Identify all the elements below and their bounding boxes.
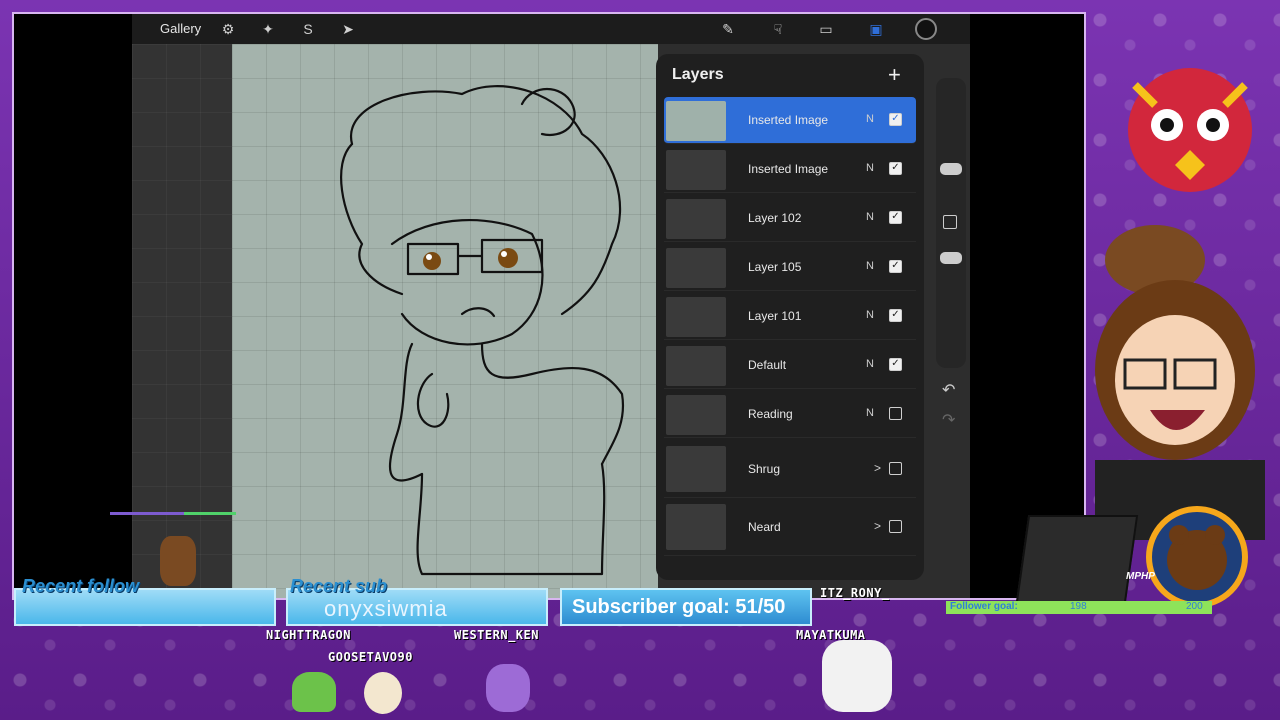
layer-thumbnail xyxy=(666,297,726,337)
layer-thumbnail xyxy=(666,150,726,190)
layer-group-thumbnail xyxy=(666,446,726,492)
layers-panel: Layers + Inserted Image N ✓ Inserted Ima… xyxy=(656,54,924,580)
layer-visibility-checkbox[interactable] xyxy=(889,520,902,533)
layer-row[interactable]: Inserted Image N ✓ xyxy=(664,97,916,144)
follower-goal-max: 200 xyxy=(1186,601,1203,612)
follower-goal-current: 198 xyxy=(1070,601,1087,612)
lycanroc-sprite xyxy=(822,640,892,712)
modify-button[interactable] xyxy=(943,215,957,229)
layer-name: Inserted Image xyxy=(748,162,829,176)
recent-sub-label: Recent sub xyxy=(290,576,388,596)
chatter-name: WESTERN_KEN xyxy=(454,628,539,642)
streamer-avatar xyxy=(1095,225,1265,540)
progress-fill xyxy=(184,512,236,515)
layer-visibility-checkbox[interactable]: ✓ xyxy=(889,358,902,371)
layer-row[interactable]: Default N ✓ xyxy=(664,342,916,389)
layer-row[interactable]: Layer 101 N ✓ xyxy=(664,293,916,340)
transform-icon[interactable]: ➤ xyxy=(338,19,358,39)
blend-mode-button[interactable]: N xyxy=(866,407,874,419)
brush-size-handle[interactable] xyxy=(940,163,962,175)
rowlet-sprite xyxy=(364,672,402,714)
top-toolbar: Gallery ⚙ ✦ S ➤ ✎ ☟ ▭ ▣ xyxy=(132,14,970,44)
layer-name: Layer 101 xyxy=(748,309,802,323)
subscriber-goal-text: Subscriber goal: 51/50 xyxy=(572,596,786,618)
opacity-handle[interactable] xyxy=(940,252,962,264)
layers-title: Layers xyxy=(672,66,724,83)
layer-row[interactable]: Reading N xyxy=(664,391,916,438)
layer-thumbnail xyxy=(666,101,726,141)
selection-icon[interactable]: S xyxy=(298,19,318,39)
follower-goal-label: Follower goal: xyxy=(950,601,1018,612)
dog-sprite xyxy=(160,536,196,586)
eraser-icon[interactable]: ▭ xyxy=(816,19,836,39)
layer-group-row[interactable]: Neard > xyxy=(664,500,916,556)
layer-group-thumbnail xyxy=(666,504,726,550)
layer-thumbnail xyxy=(666,248,726,288)
chevron-right-icon[interactable]: > xyxy=(874,519,881,533)
layer-name: Layer 102 xyxy=(748,211,802,225)
layer-group-row[interactable]: Shrug > xyxy=(664,442,916,498)
mudkip-sprite xyxy=(486,664,530,712)
layer-name: Default xyxy=(748,358,787,372)
wrench-icon[interactable]: ⚙ xyxy=(218,19,238,39)
layer-visibility-checkbox[interactable]: ✓ xyxy=(889,162,902,175)
blend-mode-button[interactable]: N xyxy=(866,309,874,321)
layer-row[interactable]: Layer 102 N ✓ xyxy=(664,195,916,242)
mphp-label: MPHP xyxy=(1126,571,1155,582)
magic-wand-icon[interactable]: ✦ xyxy=(258,19,278,39)
layer-name: Reading xyxy=(748,407,793,421)
layer-thumbnail xyxy=(666,199,726,239)
layer-name: Shrug xyxy=(748,462,781,476)
layer-visibility-checkbox[interactable]: ✓ xyxy=(889,260,902,273)
layer-name: Neard xyxy=(748,520,781,534)
layer-thumbnail xyxy=(666,346,726,386)
layers-icon[interactable]: ▣ xyxy=(866,19,886,39)
bulbasaur-sprite xyxy=(292,672,336,712)
chatter-name: NIGHTTRAGON xyxy=(266,628,351,642)
redo-icon[interactable]: ↷ xyxy=(942,410,955,430)
drawing-tablet-graphic xyxy=(1015,515,1139,603)
layer-name: Inserted Image xyxy=(748,113,829,127)
layer-row[interactable]: Inserted Image N ✓ xyxy=(664,146,916,193)
bear-hp-badge xyxy=(1146,506,1248,608)
dragon-mask-logo xyxy=(1128,68,1252,192)
layer-visibility-checkbox[interactable] xyxy=(889,462,902,475)
blend-mode-button[interactable]: N xyxy=(866,162,874,174)
color-swatch-icon[interactable] xyxy=(915,18,937,40)
recent-sub-name: onyxsiwmia xyxy=(324,596,448,621)
blend-mode-button[interactable]: N xyxy=(866,358,874,370)
blend-mode-button[interactable]: N xyxy=(866,260,874,272)
chatter-name: ITZ_RONY_ xyxy=(820,586,890,600)
layer-visibility-checkbox[interactable] xyxy=(889,407,902,420)
stream-progress-strip xyxy=(110,512,236,515)
layer-visibility-checkbox[interactable]: ✓ xyxy=(889,113,902,126)
layer-visibility-checkbox[interactable]: ✓ xyxy=(889,309,902,322)
drawing-canvas[interactable] xyxy=(232,44,658,598)
chatter-name: GOOSETAVO90 xyxy=(328,650,413,664)
gallery-button[interactable]: Gallery xyxy=(160,21,201,36)
blend-mode-button[interactable]: N xyxy=(866,211,874,223)
undo-icon[interactable]: ↶ xyxy=(942,380,955,400)
character-sketch xyxy=(340,85,625,576)
layer-thumbnail xyxy=(666,395,726,435)
brush-icon[interactable]: ✎ xyxy=(718,19,738,39)
smudge-icon[interactable]: ☟ xyxy=(768,19,788,39)
add-layer-button[interactable]: + xyxy=(888,62,901,88)
blend-mode-button[interactable]: N xyxy=(866,113,874,125)
chevron-right-icon[interactable]: > xyxy=(874,461,881,475)
layer-name: Layer 105 xyxy=(748,260,802,274)
recent-follow-label: Recent follow xyxy=(22,576,140,596)
layer-row[interactable]: Layer 105 N ✓ xyxy=(664,244,916,291)
layer-visibility-checkbox[interactable]: ✓ xyxy=(889,211,902,224)
